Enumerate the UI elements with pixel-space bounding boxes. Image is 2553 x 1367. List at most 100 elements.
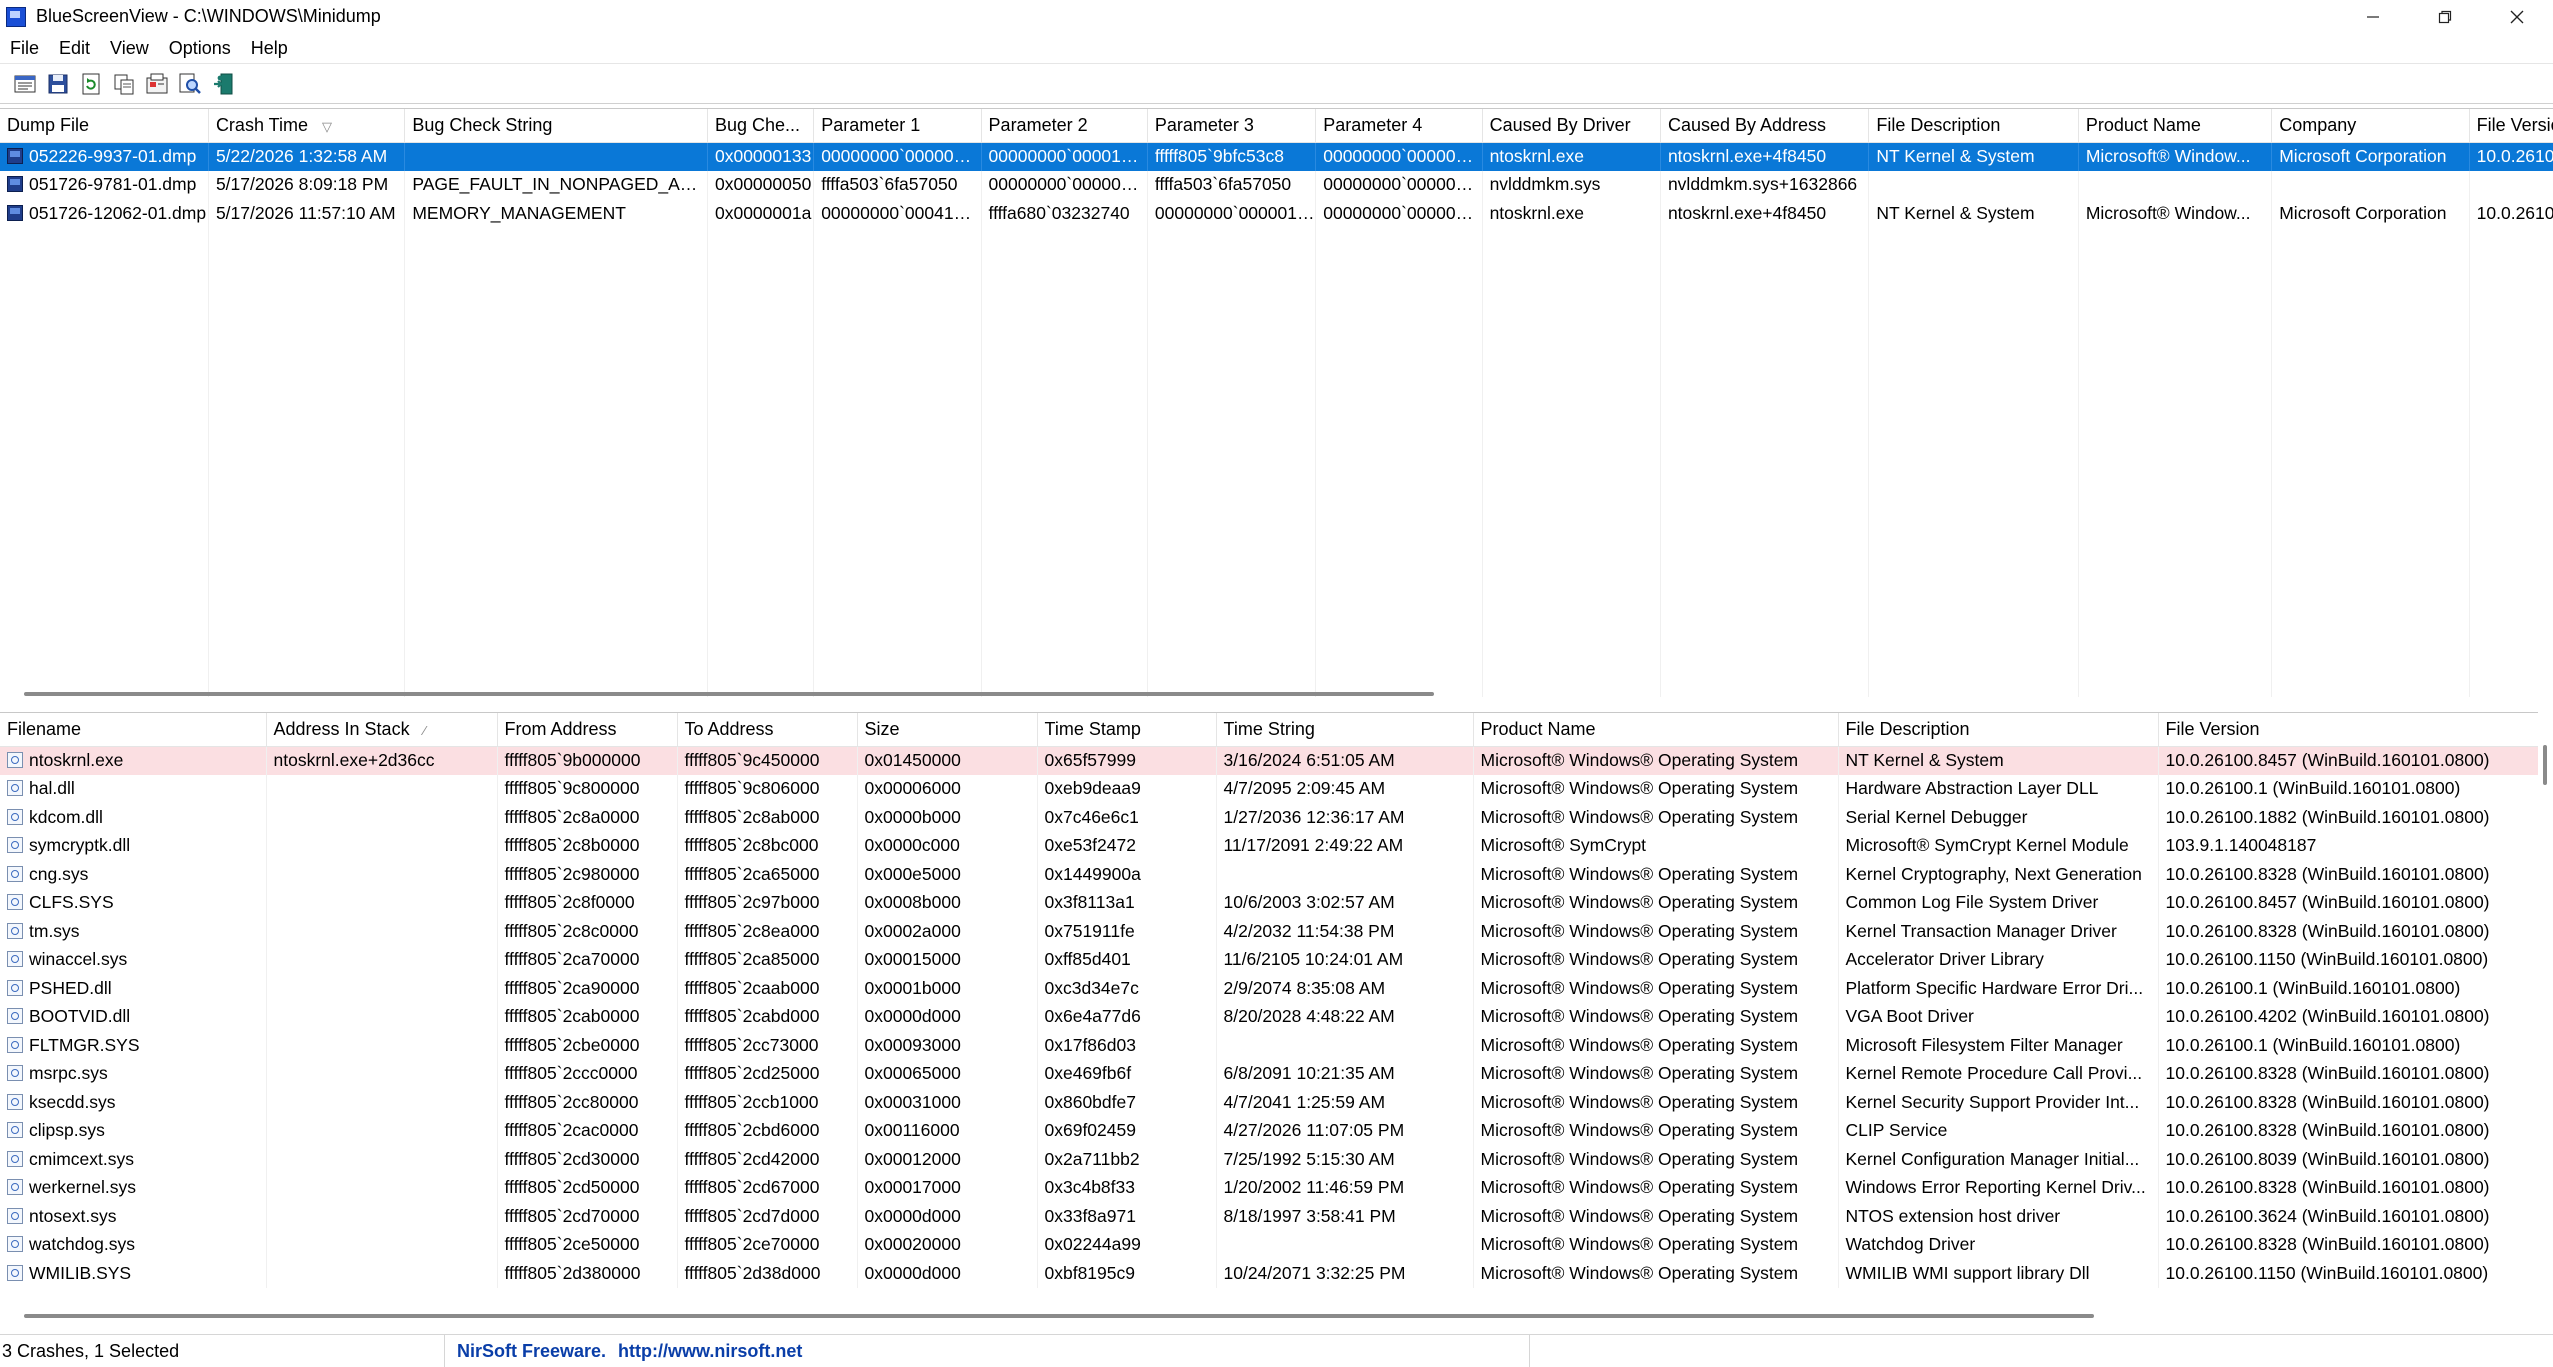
menu-file[interactable]: File [0,33,49,63]
restore-button[interactable] [2409,0,2481,33]
scrollbar-thumb[interactable] [2543,745,2547,785]
driver-row[interactable]: werkernel.sys fffff805`2cd50000 fffff805`2… [0,1173,2538,1202]
html-report-button[interactable] [144,71,170,97]
col-file-version[interactable]: File Version [2469,109,2553,143]
col-file-description[interactable]: File Description [1868,109,2079,143]
driver-row[interactable]: cmimcext.sys fffff805`2cd30000 fffff805`2c… [0,1145,2538,1174]
driver-row[interactable]: WMILIB.SYS fffff805`2d380000 fffff805`2d38… [0,1259,2538,1288]
driver-row[interactable]: PSHED.dll fffff805`2ca90000 fffff805`2caab… [0,974,2538,1003]
driver-row[interactable]: ntoskrnl.exe ntoskrnl.exe+2d36cc fffff805`… [0,746,2538,775]
crash-row[interactable]: 051726-12062-01.dmp 5/17/2026 11:57:10 AM… [0,199,2553,228]
driver-row[interactable]: watchdog.sys fffff805`2ce50000 fffff805`2c… [0,1230,2538,1259]
col-caused-by-driver[interactable]: Caused By Driver [1482,109,1661,143]
cell-text: 0x0002a000 [864,920,961,941]
col-crash-time[interactable]: Crash Time ▽ [208,109,406,143]
driver-cell: 0x65f57999 [1037,746,1217,775]
empty-cell [1868,427,2079,456]
scrollbar-thumb[interactable] [24,692,1434,696]
properties-button[interactable] [12,71,38,97]
crash-list-pane: Dump File Crash Time ▽ Bug Check String B… [0,108,2553,697]
save-button[interactable] [45,71,71,97]
empty-cell [981,341,1148,370]
driver-cell: 0xff85d401 [1037,945,1217,974]
driver-list-vertical-scrollbar[interactable] [2538,745,2553,1305]
crash-list-horizontal-scrollbar[interactable] [0,688,2553,700]
exit-button[interactable] [210,71,236,97]
empty-cell [2469,370,2553,399]
col-time-string[interactable]: Time String [1216,713,1474,747]
menu-options[interactable]: Options [159,33,241,63]
driver-row[interactable]: kdcom.dll fffff805`2c8a0000 fffff805`2c8ab… [0,803,2538,832]
driver-row[interactable]: hal.dll fffff805`9c800000 fffff805`9c80600… [0,774,2538,803]
col-label: File Description [1845,718,1970,739]
crash-cell: ffffa503`6fa57050 [1147,170,1317,199]
menu-edit[interactable]: Edit [49,33,100,63]
driver-list-pane: Filename Address In Stack ∕ From Address … [0,712,2538,1309]
cell-text: Serial Kernel Debugger [1845,806,2028,827]
cell-text: 10.0.26100.3624 (WinBuild.160101.0800) [2165,1205,2490,1226]
empty-cell [0,541,209,570]
driver-row[interactable]: clipsp.sys fffff805`2cac0000 fffff805`2cbd… [0,1116,2538,1145]
crash-cell: 051726-12062-01.dmp [0,199,209,228]
nirsoft-link[interactable]: http://www.nirsoft.net [618,1341,802,1362]
empty-cell [404,313,708,342]
empty-cell [1315,484,1483,513]
menu-help[interactable]: Help [241,33,298,63]
driver-row[interactable]: winaccel.sys fffff805`2ca70000 fffff805`2c… [0,945,2538,974]
col-parameter-3[interactable]: Parameter 3 [1147,109,1317,143]
driver-row[interactable]: ntosext.sys fffff805`2cd70000 fffff805`2cd… [0,1202,2538,1231]
col-product-name[interactable]: Product Name [1473,713,1839,747]
minimize-button[interactable] [2337,0,2409,33]
crash-row[interactable]: 052226-9937-01.dmp 5/22/2026 1:32:58 AM 0x… [0,142,2553,171]
cell-text: nvlddmkm.sys+1632866 [1667,174,1858,195]
driver-row[interactable]: ksecdd.sys fffff805`2cc80000 fffff805`2ccb… [0,1088,2538,1117]
menu-view[interactable]: View [100,33,159,63]
driver-cell: NTOS extension host driver [1838,1202,2159,1231]
col-product-name[interactable]: Product Name [2078,109,2273,143]
driver-row[interactable]: BOOTVID.dll fffff805`2cab0000 fffff805`2ca… [0,1002,2538,1031]
col-file-version[interactable]: File Version [2158,713,2538,747]
empty-cell [981,569,1148,598]
col-dump-file[interactable]: Dump File [0,109,209,143]
col-parameter-1[interactable]: Parameter 1 [813,109,982,143]
col-bug-check-code[interactable]: Bug Che... [707,109,815,143]
scrollbar-thumb[interactable] [24,1314,2094,1318]
crash-row[interactable]: 051726-9781-01.dmp 5/17/2026 8:09:18 PM PA… [0,170,2553,199]
copy-button[interactable] [111,71,137,97]
col-parameter-2[interactable]: Parameter 2 [981,109,1148,143]
cell-text: fffff805`2cbd6000 [684,1120,820,1141]
find-button[interactable] [177,71,203,97]
driver-row[interactable]: msrpc.sys fffff805`2ccc0000 fffff805`2cd25… [0,1059,2538,1088]
driver-cell: 3/16/2024 6:51:05 AM [1216,746,1474,775]
close-button[interactable] [2481,0,2553,33]
report-icon [146,73,168,93]
cell-text: 10.0.26100.1150 (WinBuild.160101.0800) [2165,949,2489,970]
cell-text: 00000000`00001e00 [988,146,1148,166]
cell-text: cmimcext.sys [29,1148,134,1169]
col-caused-by-address[interactable]: Caused By Address [1660,109,1870,143]
refresh-button[interactable] [78,71,104,97]
cell-text: Microsoft® Windows® Operating System [1480,892,1799,913]
col-from-address[interactable]: From Address [497,713,678,747]
col-label: File Version [2476,114,2553,135]
col-parameter-4[interactable]: Parameter 4 [1315,109,1483,143]
empty-cell [981,256,1148,285]
driver-row[interactable]: symcryptk.dll fffff805`2c8b0000 fffff805`2… [0,831,2538,860]
col-to-address[interactable]: To Address [677,713,858,747]
col-bug-check-string[interactable]: Bug Check String [404,109,708,143]
driver-row[interactable]: tm.sys fffff805`2c8c0000 fffff805`2c8ea000… [0,917,2538,946]
empty-cell [813,655,982,684]
driver-cell: 0x0000d000 [857,1202,1038,1231]
driver-cell: fffff805`2c97b000 [677,888,858,917]
col-filename[interactable]: Filename [0,713,267,747]
driver-row[interactable]: FLTMGR.SYS fffff805`2cbe0000 fffff805`2cc7… [0,1031,2538,1060]
col-address-in-stack[interactable]: Address In Stack ∕ [266,713,498,747]
driver-row[interactable]: cng.sys fffff805`2c980000 fffff805`2ca6500… [0,860,2538,889]
col-file-description[interactable]: File Description [1838,713,2159,747]
driver-row[interactable]: CLFS.SYS fffff805`2c8f0000 fffff805`2c97b0… [0,888,2538,917]
col-company[interactable]: Company [2271,109,2470,143]
col-time-stamp[interactable]: Time Stamp [1037,713,1217,747]
col-size[interactable]: Size [857,713,1038,747]
driver-list-horizontal-scrollbar[interactable] [0,1310,2553,1322]
empty-row [0,398,2553,427]
